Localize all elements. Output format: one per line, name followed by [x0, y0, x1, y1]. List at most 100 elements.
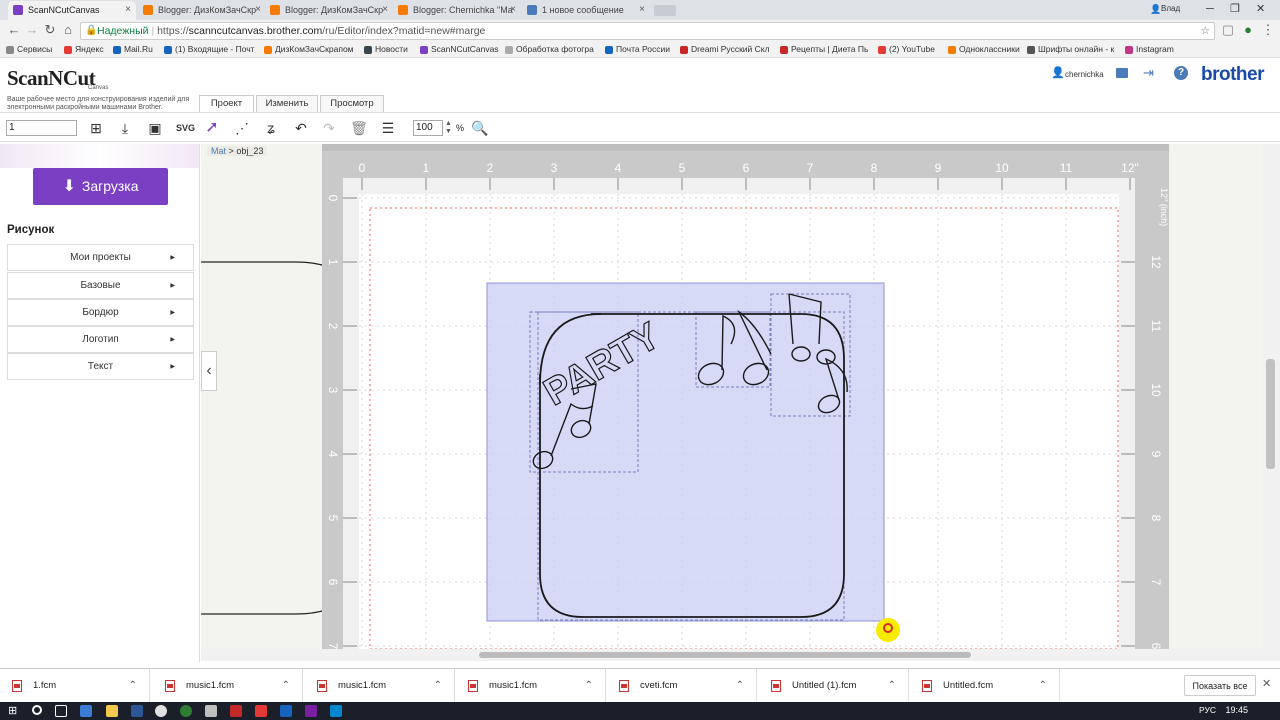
- node-edit-icon[interactable]: ⋰: [233, 119, 251, 137]
- chevron-up-icon[interactable]: ⌃: [888, 669, 896, 703]
- home-icon[interactable]: ⌂: [60, 22, 76, 38]
- maximize-icon[interactable]: ❐: [1230, 0, 1240, 18]
- task-view-icon[interactable]: [55, 705, 67, 717]
- sidebar-item-my-projects[interactable]: Мои проекты ▶: [7, 244, 194, 271]
- browser-tab[interactable]: Blogger: Chernichka "Ma ×: [393, 1, 521, 20]
- folder-icon[interactable]: [1116, 68, 1128, 78]
- chevron-up-icon[interactable]: ⌃: [736, 669, 744, 703]
- zoom-stepper-icon[interactable]: ▲ ▼: [445, 120, 452, 136]
- app-icon[interactable]: [180, 705, 192, 717]
- app-icon[interactable]: [330, 705, 342, 717]
- tab-project[interactable]: Проект: [199, 95, 254, 112]
- bookmark-item[interactable]: ДизКомЗачСкрапом: [264, 42, 354, 57]
- reload-icon[interactable]: ↻: [42, 22, 58, 38]
- bookmark-item[interactable]: Dreami Русский Скл: [680, 42, 770, 57]
- browser-tab[interactable]: Blogger: ДизКомЗачСкр ×: [265, 1, 393, 20]
- user-profile-icon[interactable]: 👤: [1150, 0, 1161, 18]
- sidebar-item-logo[interactable]: Логотип ▶: [7, 326, 194, 353]
- scrollbar-thumb[interactable]: [1266, 359, 1275, 469]
- username[interactable]: chernichka: [1065, 70, 1104, 79]
- close-icon[interactable]: ×: [510, 1, 516, 19]
- add-page-icon[interactable]: ⊞: [87, 119, 105, 137]
- chevron-up-icon[interactable]: ⌃: [1039, 669, 1047, 703]
- bookmark-item[interactable]: (2) YouTube: [878, 42, 935, 57]
- zoom-input[interactable]: 100: [413, 120, 443, 136]
- folder-icon[interactable]: [106, 705, 118, 717]
- app-icon[interactable]: [305, 705, 317, 717]
- tab-edit[interactable]: Изменить: [256, 95, 318, 112]
- app-icon[interactable]: [80, 705, 92, 717]
- vertical-scrollbar[interactable]: [1263, 144, 1280, 661]
- bookmark-item[interactable]: Instagram: [1125, 42, 1174, 57]
- bookmark-item[interactable]: Почта России: [605, 42, 670, 57]
- sidebar-item-basic[interactable]: Базовые ▶: [7, 272, 194, 299]
- close-icon[interactable]: ✕: [1262, 677, 1271, 690]
- chrome-icon[interactable]: [155, 705, 167, 717]
- help-icon[interactable]: ?: [1174, 66, 1188, 80]
- bookmark-item[interactable]: Одноклассники: [948, 42, 1020, 57]
- app-icon[interactable]: [131, 705, 143, 717]
- browser-tab[interactable]: ScanNCutCanvas ×: [8, 1, 136, 20]
- extension-icon[interactable]: ●: [1240, 22, 1256, 38]
- download-item[interactable]: music1.fcm ⌃: [153, 669, 303, 703]
- app-icon[interactable]: [280, 705, 292, 717]
- close-icon[interactable]: ×: [639, 1, 645, 19]
- menu-icon[interactable]: ⋮: [1260, 22, 1276, 38]
- download-icon[interactable]: ⤓: [116, 119, 134, 137]
- close-icon[interactable]: ×: [382, 1, 388, 19]
- sidebar-item-border[interactable]: Бордюр ▶: [7, 299, 194, 326]
- bookmark-item[interactable]: Новости: [364, 42, 408, 57]
- back-icon[interactable]: ←: [6, 22, 22, 38]
- bookmark-item[interactable]: Шрифты онлайн - к: [1027, 42, 1114, 57]
- bookmark-item[interactable]: Сервисы: [6, 42, 52, 57]
- chevron-up-icon[interactable]: ⌃: [585, 669, 593, 703]
- minimize-icon[interactable]: ─: [1206, 0, 1214, 18]
- download-item[interactable]: music1.fcm ⌃: [305, 669, 455, 703]
- trash-icon[interactable]: 🗑: [350, 119, 368, 137]
- clipboard-icon[interactable]: ▣: [146, 119, 164, 137]
- cutting-mat-svg[interactable]: PARTY 0 1 2 3 4 5 6 7 8 9 10 11 12"01234…: [201, 144, 1263, 649]
- horizontal-scrollbar[interactable]: [201, 649, 1263, 661]
- undo-icon[interactable]: ↶: [292, 119, 310, 137]
- bookmark-item[interactable]: Яндекс: [64, 42, 104, 57]
- bookmark-item[interactable]: Рецепты | Диета Пь: [780, 42, 868, 57]
- breadcrumb-root[interactable]: Mat: [211, 146, 226, 156]
- close-window-icon[interactable]: ✕: [1256, 0, 1265, 18]
- scrollbar-thumb[interactable]: [479, 652, 971, 658]
- chevron-up-icon[interactable]: ⌃: [282, 669, 290, 703]
- select-arrow-icon[interactable]: ➚: [203, 119, 221, 137]
- close-icon[interactable]: ×: [255, 1, 261, 19]
- download-item[interactable]: Untitled.fcm ⌃: [910, 669, 1060, 703]
- svg-import-icon[interactable]: SVG: [176, 119, 195, 137]
- extension-icon[interactable]: ▢: [1220, 22, 1236, 38]
- search-zoom-icon[interactable]: 🔍: [471, 119, 489, 137]
- bookmark-item[interactable]: Обработка фотогра: [505, 42, 594, 57]
- logout-icon[interactable]: ⇥: [1143, 65, 1154, 81]
- align-icon[interactable]: ☰: [379, 119, 397, 137]
- new-tab-button[interactable]: [654, 5, 676, 16]
- language-indicator[interactable]: РУС: [1199, 705, 1216, 715]
- download-item[interactable]: Untitled (1).fcm ⌃: [759, 669, 909, 703]
- app-icon[interactable]: [205, 705, 217, 717]
- show-all-button[interactable]: Показать все: [1184, 675, 1256, 696]
- download-item[interactable]: music1.fcm ⌃: [456, 669, 606, 703]
- close-icon[interactable]: ×: [125, 1, 131, 19]
- bookmark-star-icon[interactable]: ☆: [1201, 23, 1210, 39]
- windows-start-icon[interactable]: ⊞: [8, 705, 20, 717]
- browser-tab[interactable]: 1 новое сообщение ×: [522, 1, 650, 20]
- url-input[interactable]: 🔒 Надежный | https://scanncutcanvas.brot…: [80, 22, 1215, 40]
- upload-button[interactable]: ⬇ Загрузка: [33, 168, 168, 205]
- page-number-input[interactable]: 1: [6, 120, 77, 136]
- app-icon[interactable]: [230, 705, 242, 717]
- bookmark-item[interactable]: (1) Входящие - Почт: [164, 42, 255, 57]
- chevron-up-icon[interactable]: ⌃: [434, 669, 442, 703]
- download-item[interactable]: 1.fcm ⌃: [0, 669, 150, 703]
- app-icon[interactable]: [255, 705, 267, 717]
- forward-icon[interactable]: →: [24, 22, 40, 38]
- chevron-up-icon[interactable]: ⌃: [129, 669, 137, 703]
- redo-icon[interactable]: ↷: [320, 119, 338, 137]
- bookmark-item[interactable]: ScanNCutCanvas: [420, 42, 499, 57]
- collapse-sidebar-button[interactable]: ‹: [201, 351, 217, 391]
- tab-preview[interactable]: Просмотр: [320, 95, 384, 112]
- search-icon[interactable]: [32, 705, 42, 715]
